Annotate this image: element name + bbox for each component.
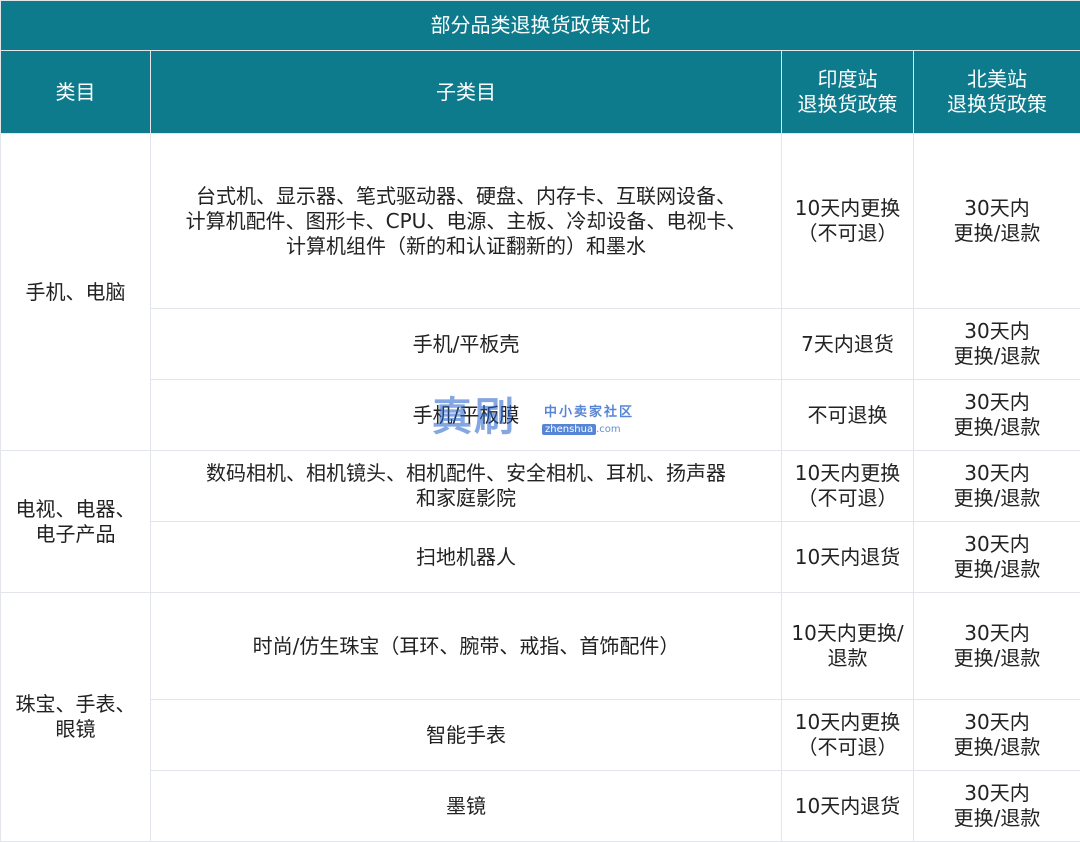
table-row: 手机、电脑 台式机、显示器、笔式驱动器、硬盘、内存卡、互联网设备、 计算机配件、… — [1, 134, 1080, 309]
header-category: 类目 — [1, 51, 151, 134]
na-policy-cell: 30天内 更换/退款 — [914, 700, 1080, 771]
table-title: 部分品类退换货政策对比 — [1, 1, 1080, 51]
table-row: 手机/平板膜 不可退换 30天内 更换/退款 — [1, 380, 1080, 451]
india-policy-cell: 10天内更换 （不可退） — [782, 700, 914, 771]
india-policy-cell: 10天内更换/ 退款 — [782, 593, 914, 700]
table-row: 智能手表 10天内更换 （不可退） 30天内 更换/退款 — [1, 700, 1080, 771]
category-cell: 手机、电脑 — [1, 134, 151, 451]
na-policy-cell: 30天内 更换/退款 — [914, 451, 1080, 522]
subcategory-cell: 墨镜 — [151, 771, 782, 842]
india-policy-cell: 10天内更换 （不可退） — [782, 451, 914, 522]
category-cell: 电视、电器、 电子产品 — [1, 451, 151, 593]
category-cell: 珠宝、手表、 眼镜 — [1, 593, 151, 842]
table-row: 扫地机器人 10天内退货 30天内 更换/退款 — [1, 522, 1080, 593]
india-policy-cell: 7天内退货 — [782, 309, 914, 380]
subcategory-cell: 智能手表 — [151, 700, 782, 771]
subcategory-cell: 手机/平板壳 — [151, 309, 782, 380]
table-row: 珠宝、手表、 眼镜 时尚/仿生珠宝（耳环、腕带、戒指、首饰配件） 10天内更换/… — [1, 593, 1080, 700]
india-policy-cell: 不可退换 — [782, 380, 914, 451]
india-policy-cell: 10天内更换 （不可退） — [782, 134, 914, 309]
subcategory-cell: 扫地机器人 — [151, 522, 782, 593]
na-policy-cell: 30天内 更换/退款 — [914, 771, 1080, 842]
subcategory-cell: 时尚/仿生珠宝（耳环、腕带、戒指、首饰配件） — [151, 593, 782, 700]
na-policy-cell: 30天内 更换/退款 — [914, 309, 1080, 380]
india-policy-cell: 10天内退货 — [782, 771, 914, 842]
table-row: 电视、电器、 电子产品 数码相机、相机镜头、相机配件、安全相机、耳机、扬声器 和… — [1, 451, 1080, 522]
table-row: 墨镜 10天内退货 30天内 更换/退款 — [1, 771, 1080, 842]
na-policy-cell: 30天内 更换/退款 — [914, 134, 1080, 309]
na-policy-cell: 30天内 更换/退款 — [914, 522, 1080, 593]
table-row: 手机/平板壳 7天内退货 30天内 更换/退款 — [1, 309, 1080, 380]
na-policy-cell: 30天内 更换/退款 — [914, 380, 1080, 451]
title-row: 部分品类退换货政策对比 — [1, 1, 1080, 51]
subcategory-cell: 台式机、显示器、笔式驱动器、硬盘、内存卡、互联网设备、 计算机配件、图形卡、CP… — [151, 134, 782, 309]
header-row: 类目 子类目 印度站 退换货政策 北美站 退换货政策 — [1, 51, 1080, 134]
na-policy-cell: 30天内 更换/退款 — [914, 593, 1080, 700]
policy-table: 部分品类退换货政策对比 类目 子类目 印度站 退换货政策 北美站 退换货政策 手… — [0, 0, 1080, 842]
subcategory-cell: 数码相机、相机镜头、相机配件、安全相机、耳机、扬声器 和家庭影院 — [151, 451, 782, 522]
subcategory-cell: 手机/平板膜 — [151, 380, 782, 451]
india-policy-cell: 10天内退货 — [782, 522, 914, 593]
header-na-policy: 北美站 退换货政策 — [914, 51, 1080, 134]
page: 部分品类退换货政策对比 类目 子类目 印度站 退换货政策 北美站 退换货政策 手… — [0, 0, 1080, 841]
header-india-policy: 印度站 退换货政策 — [782, 51, 914, 134]
header-subcategory: 子类目 — [151, 51, 782, 134]
